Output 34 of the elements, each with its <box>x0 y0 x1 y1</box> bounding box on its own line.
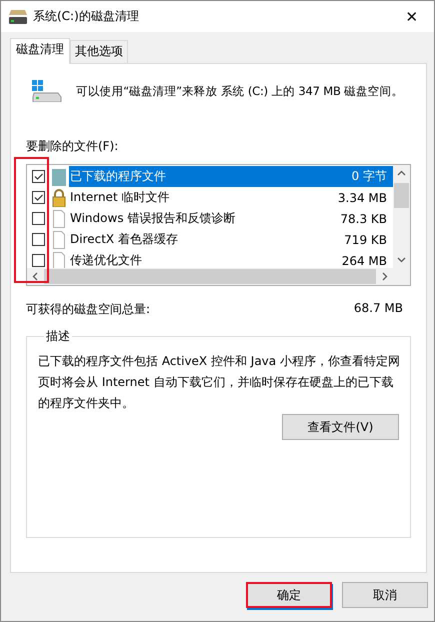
tab[interactable]: 其他选项 <box>70 40 128 63</box>
group-legend: 描述 <box>44 328 72 345</box>
total-label: 可获得的磁盘空间总量: <box>26 301 150 318</box>
list-row[interactable]: Windows 错误报告和反馈诊断 78.3 KB <box>69 208 393 229</box>
list-row[interactable]: 传递优化文件 264 MB <box>69 250 393 268</box>
scroll-thumb[interactable] <box>44 269 376 284</box>
scrollbar[interactable] <box>27 268 393 285</box>
drive-icon <box>9 10 27 24</box>
window-title: 系统(C:)的磁盘清理 <box>33 8 140 25</box>
drive-icon <box>32 80 62 102</box>
list-row[interactable]: DirectX 着色器缓存 719 KB <box>69 229 393 250</box>
scroll-thumb[interactable] <box>394 183 409 208</box>
checkbox[interactable] <box>32 170 45 183</box>
checkbox[interactable] <box>32 191 45 204</box>
close-button[interactable]: ✕ <box>390 8 434 26</box>
list-row[interactable]: Internet 临时文件 3.34 MB <box>69 187 393 208</box>
list-row[interactable]: 已下载的程序文件 0 字节 <box>69 166 393 187</box>
scrollbar[interactable] <box>393 165 410 285</box>
checkbox[interactable] <box>32 254 45 267</box>
tab[interactable]: 磁盘清理 <box>10 38 70 64</box>
folder-icon <box>51 168 67 186</box>
total-value: 68.7 MB <box>354 301 403 317</box>
file-icon <box>51 252 67 268</box>
files-label: 要删除的文件(F): <box>26 138 120 155</box>
view-files-button[interactable]: 查看文件(V) <box>282 414 399 440</box>
padlock-icon <box>51 188 67 206</box>
file-icon <box>51 230 67 248</box>
dialog-button[interactable]: 确定 <box>246 582 332 608</box>
checkbox[interactable] <box>32 212 45 225</box>
description-text: 已下载的程序文件包括 ActiveX 控件和 Java 小程序，你查看特定网页时将会从 Internet 自动下载它们，并临时保存在硬盘上的已下载的程序文件夹中。 <box>38 353 401 412</box>
dialog-button[interactable]: 取消 <box>342 582 428 608</box>
checkbox[interactable] <box>32 233 45 246</box>
intro-text: 可以使用“磁盘清理”来释放 系统 (C:) 上的 347 MB 磁盘空间。 <box>76 84 404 98</box>
file-icon <box>51 210 67 228</box>
